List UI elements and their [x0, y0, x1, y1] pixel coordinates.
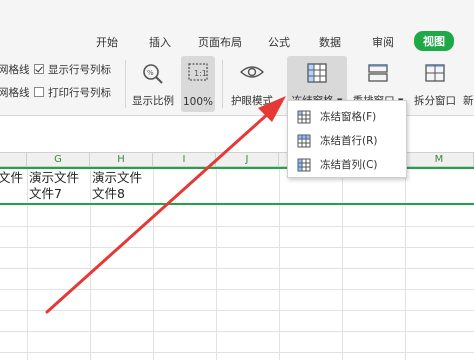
tab-page-layout[interactable]: 页面布局	[198, 34, 242, 50]
tab-view[interactable]: 视图	[414, 31, 454, 51]
grid-line	[0, 352, 474, 353]
new-window-label: 新	[463, 95, 474, 107]
tab-data[interactable]: 数据	[319, 34, 341, 50]
print-gridlines-label: 网格线	[0, 87, 30, 99]
menu-item-freeze-first-col-label: 冻结首列(C)	[320, 159, 378, 171]
spreadsheet-window: 开始 插入 页面布局 公式 数据 审阅 视图 网格线 显示行号列标 网格线 打印…	[0, 0, 474, 360]
cell-h1-line1[interactable]: 演示文件	[92, 170, 142, 186]
tab-formula[interactable]: 公式	[268, 34, 290, 50]
freeze-row-icon	[297, 133, 311, 152]
freeze-column-icon	[297, 157, 311, 176]
show-header-label: 显示行号列标	[48, 64, 111, 76]
print-header-label: 打印行号列标	[48, 87, 111, 99]
grid-line	[0, 268, 474, 269]
cell-h1-line2[interactable]: 文件8	[92, 186, 125, 202]
menu-item-freeze-top-row[interactable]: 冻结首行(R)	[288, 128, 406, 152]
eye-protection-button[interactable]: 护眼模式	[226, 56, 278, 112]
magnifier-icon: %	[141, 62, 165, 90]
freeze-line	[0, 203, 474, 205]
menu-item-freeze-panes-label: 冻结窗格(F)	[320, 111, 377, 123]
column-header-i[interactable]: I	[153, 153, 216, 167]
tab-review[interactable]: 审阅	[372, 34, 394, 50]
grid-line	[0, 247, 474, 248]
zoom-button[interactable]: % 显示比例	[128, 56, 178, 112]
tab-insert[interactable]: 插入	[149, 34, 171, 50]
ribbon-divider	[125, 60, 126, 108]
zoom-label: 显示比例	[132, 95, 174, 107]
freeze-panes-icon	[297, 109, 311, 128]
menu-item-freeze-panes[interactable]: 冻结窗格(F)	[288, 104, 406, 128]
column-header-g[interactable]: G	[27, 153, 90, 167]
column-header-h[interactable]: H	[90, 153, 153, 167]
freeze-grid-icon	[306, 62, 328, 88]
new-window-button[interactable]: 新	[463, 56, 474, 112]
column-header-j[interactable]: J	[216, 153, 279, 167]
freeze-panes-menu: 冻结窗格(F) 冻结首行(R) 冻结首列(C)	[287, 100, 407, 178]
grid-line	[0, 289, 474, 290]
eye-icon	[239, 62, 265, 86]
column-header-m[interactable]: M	[405, 153, 474, 167]
tab-start[interactable]: 开始	[96, 34, 118, 50]
grid-line	[0, 226, 474, 227]
menu-item-freeze-top-row-label: 冻结首行(R)	[320, 135, 378, 147]
ribbon-divider	[222, 60, 223, 108]
gridlines-label: 网格线	[0, 64, 30, 76]
eye-protection-label: 护眼模式	[231, 95, 273, 107]
zoom-100-button[interactable]: 1:1 100%	[181, 56, 215, 112]
cell-grid[interactable]: 文件 演示文件 文件7 演示文件 文件8	[0, 167, 474, 360]
split-window-button[interactable]: 拆分窗口	[410, 56, 460, 112]
split-window-icon	[424, 62, 446, 88]
svg-text:%: %	[147, 69, 154, 77]
cell-g1-line2[interactable]: 文件7	[29, 186, 62, 202]
grid-line	[0, 331, 474, 332]
svg-text:1:1: 1:1	[194, 69, 207, 78]
show-header-checkbox[interactable]	[34, 64, 44, 74]
grid-line	[0, 310, 474, 311]
cell-g1-line1[interactable]: 演示文件	[29, 170, 79, 186]
rearrange-icon	[367, 62, 389, 88]
menu-tab-bar: 开始 插入 页面布局 公式 数据 审阅 视图	[0, 0, 474, 52]
cell-f1[interactable]: 文件	[0, 170, 23, 186]
zoom-100-label: 100%	[182, 96, 214, 108]
split-window-label: 拆分窗口	[414, 95, 456, 107]
print-header-checkbox[interactable]	[34, 87, 44, 97]
menu-item-freeze-first-col[interactable]: 冻结首列(C)	[288, 152, 406, 176]
column-header-f[interactable]	[0, 153, 27, 167]
actual-size-icon: 1:1	[187, 62, 209, 86]
